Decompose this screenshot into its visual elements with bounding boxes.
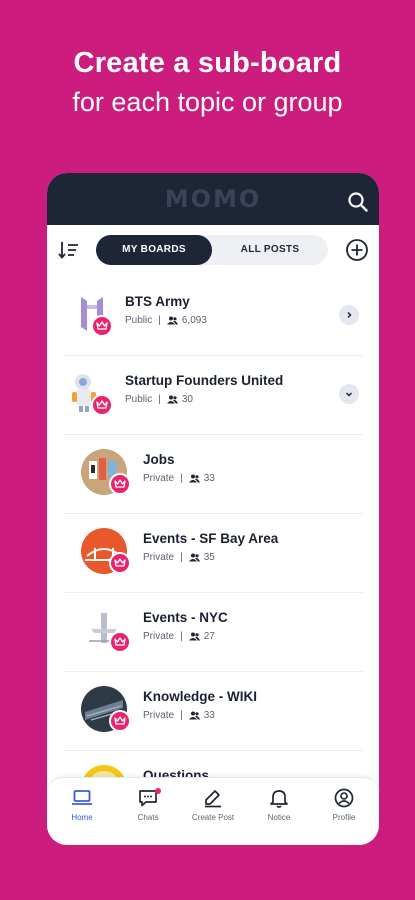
board-visibility: Public [125,394,153,405]
pencil-icon [205,790,221,808]
meta-separator: | [180,552,183,563]
board-member-count: 33 [203,473,215,484]
promo-headline: Create a sub-board [73,47,342,79]
board-name: Questions [143,768,210,777]
meta-separator: | [158,394,161,405]
members-icon [166,395,178,404]
board-member-count: 35 [203,552,215,563]
admin-crown-icon [91,394,113,416]
board-member-count: 33 [203,710,215,721]
board-name: Events - NYC [143,610,228,625]
board-name: BTS Army [125,294,190,309]
laptop-icon [72,790,92,805]
board-meta: Public | 6,093 [125,315,207,326]
nav-notice[interactable]: Notice [246,786,312,838]
members-icon [188,553,200,562]
meta-separator: | [180,631,183,642]
board-row-bts-army[interactable]: BTS Army Public | 6,093 [63,277,363,356]
board-name: Jobs [143,452,175,467]
tab-my-boards[interactable]: MY BOARDS [96,235,212,265]
app-logo-text: MOMO [164,185,262,213]
tab-all-posts[interactable]: ALL POSTS [212,235,328,265]
board-visibility: Private [143,631,175,642]
board-name: Startup Founders United [125,373,284,388]
members-icon [188,632,200,641]
board-meta: Private | 35 [143,552,215,563]
board-visibility: Private [143,710,175,721]
meta-separator: | [180,710,183,721]
board-avatar [83,765,125,777]
board-meta: Private | 33 [143,473,215,484]
notification-dot [155,788,161,794]
board-row-jobs[interactable]: Jobs Private | 33 [63,435,363,514]
chevron-right-icon[interactable] [339,305,359,325]
nav-notice-label: Notice [267,813,291,822]
board-meta: Private | 27 [143,631,215,642]
nav-profile-label: Profile [332,813,356,822]
board-list: BTS Army Public | 6,093 Startup Founders… [47,277,379,777]
nav-profile[interactable]: Profile [311,786,377,838]
board-visibility: Public [125,315,153,326]
bell-icon [270,790,288,808]
nav-create-post[interactable]: Create Post [180,786,246,838]
nav-create-post-label: Create Post [191,813,235,822]
board-row-startup-founders[interactable]: Startup Founders United Public | 30 [63,356,363,435]
board-member-count: 30 [181,394,193,405]
board-member-count: 27 [203,631,215,642]
board-toolbar: MY BOARDS ALL POSTS [47,225,379,277]
bottom-nav: Home Chats Create Post Notice Profile [47,777,379,845]
admin-crown-icon [109,631,131,653]
admin-crown-icon [109,710,131,732]
phone-screen: MOMO MY BOARDS ALL POSTS BTS Army Public… [47,173,379,845]
meta-separator: | [180,473,183,484]
board-tab-switcher: MY BOARDS ALL POSTS [96,235,328,265]
search-icon[interactable] [347,191,369,213]
nav-chats-label: Chats [137,813,159,822]
admin-crown-icon [109,473,131,495]
promo-header: Create a sub-board for each topic or gro… [0,44,415,120]
members-icon [166,316,178,325]
board-visibility: Private [143,552,175,563]
nav-chats[interactable]: Chats [115,786,181,838]
board-meta: Private | 33 [143,710,215,721]
admin-crown-icon [91,315,113,337]
board-name: Events - SF Bay Area [143,531,279,546]
board-row-knowledge-wiki[interactable]: Knowledge - WIKI Private | 33 [63,672,363,751]
board-row-events-sf[interactable]: Events - SF Bay Area Private | 35 [63,514,363,593]
meta-separator: | [158,315,161,326]
nav-home-label: Home [71,813,93,822]
nav-home[interactable]: Home [49,786,115,838]
add-circle-icon[interactable] [345,238,369,262]
board-row-questions[interactable]: Questions [63,751,363,777]
members-icon [188,711,200,720]
board-name: Knowledge - WIKI [143,689,257,704]
board-row-events-nyc[interactable]: Events - NYC Private | 27 [63,593,363,672]
board-meta: Public | 30 [125,394,193,405]
app-logo: MOMO [47,173,379,225]
profile-icon [334,788,354,808]
chevron-down-icon[interactable] [339,384,359,404]
board-visibility: Private [143,473,175,484]
sort-icon[interactable] [57,239,81,261]
board-member-count: 6,093 [181,315,207,326]
promo-subheadline: for each topic or group [72,87,343,117]
admin-crown-icon [109,552,131,574]
app-bar: MOMO [47,173,379,225]
members-icon [188,474,200,483]
